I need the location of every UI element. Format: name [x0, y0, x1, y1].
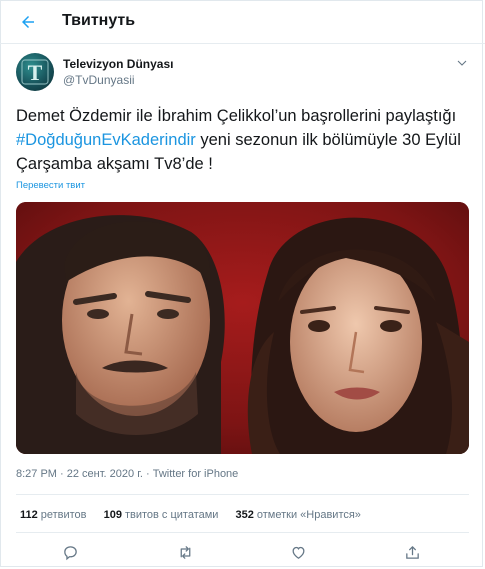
quote-tweets-count: 109 — [103, 509, 122, 521]
chevron-down-icon — [457, 60, 467, 66]
quote-tweets-label: твитов с цитатами — [124, 509, 219, 521]
retweet-button[interactable] — [175, 542, 195, 562]
heart-icon — [292, 546, 304, 559]
tweet-text: Demet Özdemir ile İbrahim Çelikkol’un ba… — [16, 104, 471, 176]
likes-count: 352 — [235, 509, 254, 521]
tweet-photo[interactable] — [16, 202, 469, 454]
tweet-date[interactable]: 22 сент. 2020 г. — [67, 468, 143, 480]
more-options-button[interactable] — [452, 54, 472, 72]
author-handle[interactable]: @TvDunyasii — [63, 73, 135, 87]
quote-tweets-stat[interactable]: 109 твитов с цитатами — [104, 509, 219, 521]
avatar-letter: T — [28, 60, 43, 85]
arrow-left-icon — [22, 16, 34, 28]
tweet-time[interactable]: 8:27 PM — [16, 468, 57, 480]
divider — [16, 494, 469, 495]
retweets-label: ретвитов — [40, 509, 87, 521]
hashtag-link[interactable]: #DoğduğunEvKaderindir — [16, 131, 196, 149]
avatar[interactable]: T — [16, 53, 54, 91]
meta-separator: · — [142, 468, 153, 480]
divider — [16, 532, 469, 533]
tweet-text-start: Demet Özdemir ile İbrahim Çelikkol’un ba… — [16, 107, 457, 125]
like-button[interactable] — [288, 542, 308, 562]
retweets-stat[interactable]: 112 ретвитов — [20, 509, 87, 521]
share-icon — [405, 545, 419, 559]
avatar-logo: T — [21, 59, 49, 85]
tweet-stats: 112 ретвитов 109 твитов с цитатами 352 отме… — [20, 509, 375, 521]
likes-label: отметки «Нравится» — [256, 509, 361, 521]
photo-illustration — [16, 202, 469, 454]
page-header: Твитнуть — [0, 0, 485, 44]
retweets-count: 112 — [20, 509, 38, 521]
reply-button[interactable] — [60, 542, 80, 562]
retweet-icon — [180, 545, 190, 559]
likes-stat[interactable]: 352 отметки «Нравится» — [236, 509, 361, 521]
author-display-name[interactable]: Televizyon Dünyası — [63, 57, 173, 71]
back-button[interactable] — [14, 8, 42, 36]
page-title: Твитнуть — [62, 12, 136, 29]
reply-icon — [63, 545, 77, 560]
share-button[interactable] — [402, 542, 422, 562]
translate-tweet-link[interactable]: Перевести твит — [16, 180, 85, 191]
meta-separator: · — [56, 468, 67, 480]
tweet-source[interactable]: Twitter for iPhone — [153, 468, 239, 480]
tweet-timestamp-line: 8:27 PM · 22 сент. 2020 г. · Twitter for… — [16, 468, 238, 480]
